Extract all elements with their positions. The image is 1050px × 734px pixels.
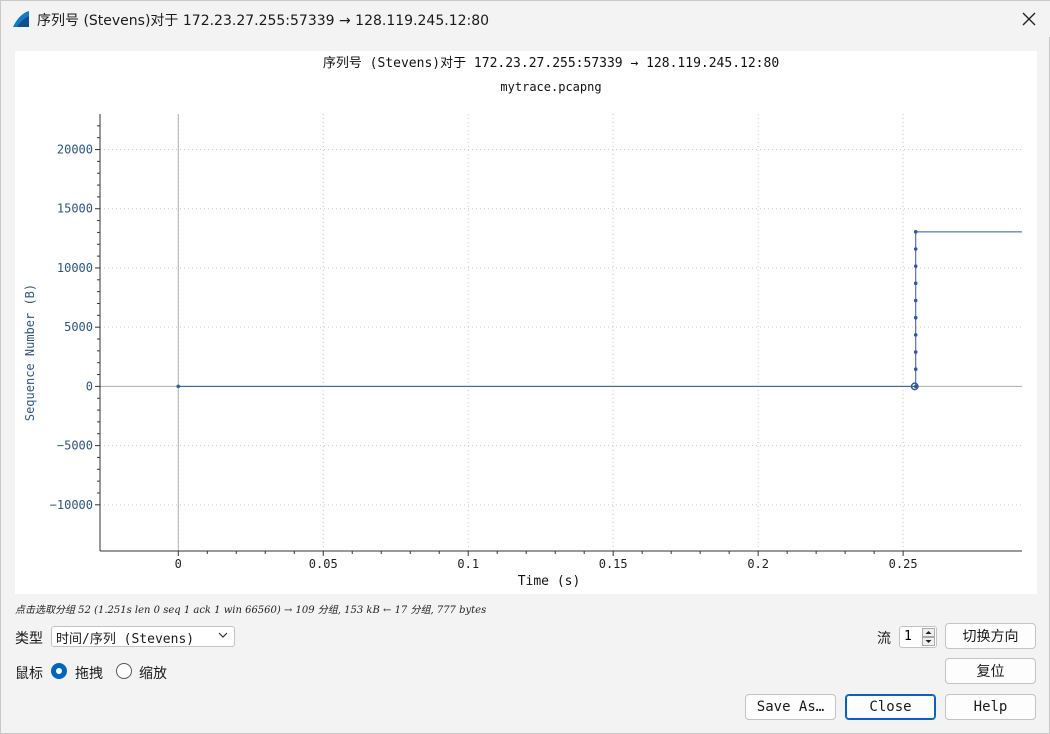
y-tick-label: 15000: [57, 202, 93, 216]
data-point[interactable]: [913, 230, 918, 234]
close-button[interactable]: Close: [845, 694, 936, 720]
x-tick-label: 0.1: [457, 557, 479, 571]
wireshark-fin-icon: [13, 11, 29, 27]
window-title: 序列号 (Stevens)对于 172.23.27.255:57339 → 12…: [37, 13, 490, 29]
data-point[interactable]: [913, 315, 918, 320]
type-label: 类型: [15, 631, 43, 647]
stream-label: 流: [877, 631, 891, 647]
chart-title: 序列号 (Stevens)对于 172.23.27.255:57339 → 12…: [323, 56, 779, 71]
x-tick-label: 0.2: [747, 557, 769, 571]
data-point[interactable]: [176, 384, 181, 389]
data-point[interactable]: [913, 333, 918, 337]
x-tick-label: 0: [175, 557, 182, 571]
data-point[interactable]: [913, 350, 918, 354]
x-tick-label: 0.05: [309, 557, 338, 571]
graph-type-value: 时间/序列 (Stevens): [56, 632, 195, 647]
data-point[interactable]: [913, 281, 918, 286]
x-tick-label: 0.25: [889, 557, 918, 571]
chart-subtitle: mytrace.pcapng: [500, 80, 601, 94]
stream-spinbox[interactable]: 1: [899, 626, 937, 648]
data-point[interactable]: [913, 367, 918, 372]
y-tick-label: −5000: [57, 439, 93, 453]
reset-button[interactable]: 复位: [945, 658, 1036, 684]
graph-type-select[interactable]: 时间/序列 (Stevens): [51, 626, 235, 647]
drag-label: 拖拽: [75, 666, 103, 682]
y-tick-label: 20000: [57, 143, 93, 157]
data-point[interactable]: [913, 298, 918, 303]
y-tick-label: 10000: [57, 261, 93, 275]
x-tick-label: 0.15: [599, 557, 628, 571]
mouse-label: 鼠标: [15, 666, 43, 682]
sequence-chart[interactable]: 序列号 (Stevens)对于 172.23.27.255:57339 → 12…: [15, 51, 1037, 594]
zoom-radio[interactable]: [116, 663, 132, 679]
graph-dialog: 序列号 (Stevens)对于 172.23.27.255:57339 → 12…: [0, 0, 1050, 734]
spin-arrows-icon[interactable]: [922, 628, 935, 646]
y-axis-label: Sequence Number (B): [23, 284, 37, 421]
data-point[interactable]: [913, 247, 918, 251]
status-hint: 点击选取分组 52 (1.251s len 0 seq 1 ack 1 win …: [15, 605, 487, 616]
y-tick-label: 0: [86, 379, 93, 393]
save-as-button[interactable]: Save As…: [745, 694, 836, 720]
data-point[interactable]: [913, 264, 918, 268]
y-tick-label: −10000: [50, 498, 93, 512]
help-button[interactable]: Help: [945, 694, 1036, 720]
plot-area[interactable]: 序列号 (Stevens)对于 172.23.27.255:57339 → 12…: [15, 51, 1037, 594]
close-window-icon[interactable]: [1015, 7, 1043, 31]
title-bar[interactable]: 序列号 (Stevens)对于 172.23.27.255:57339 → 12…: [1, 1, 1050, 37]
zoom-label: 缩放: [139, 666, 167, 682]
switch-direction-button[interactable]: 切换方向: [945, 623, 1036, 649]
chevron-down-icon: [218, 632, 228, 638]
stream-value: 1: [904, 629, 912, 644]
x-axis-label: Time (s): [518, 574, 581, 589]
drag-radio[interactable]: [51, 663, 67, 679]
y-tick-label: 5000: [64, 320, 93, 334]
